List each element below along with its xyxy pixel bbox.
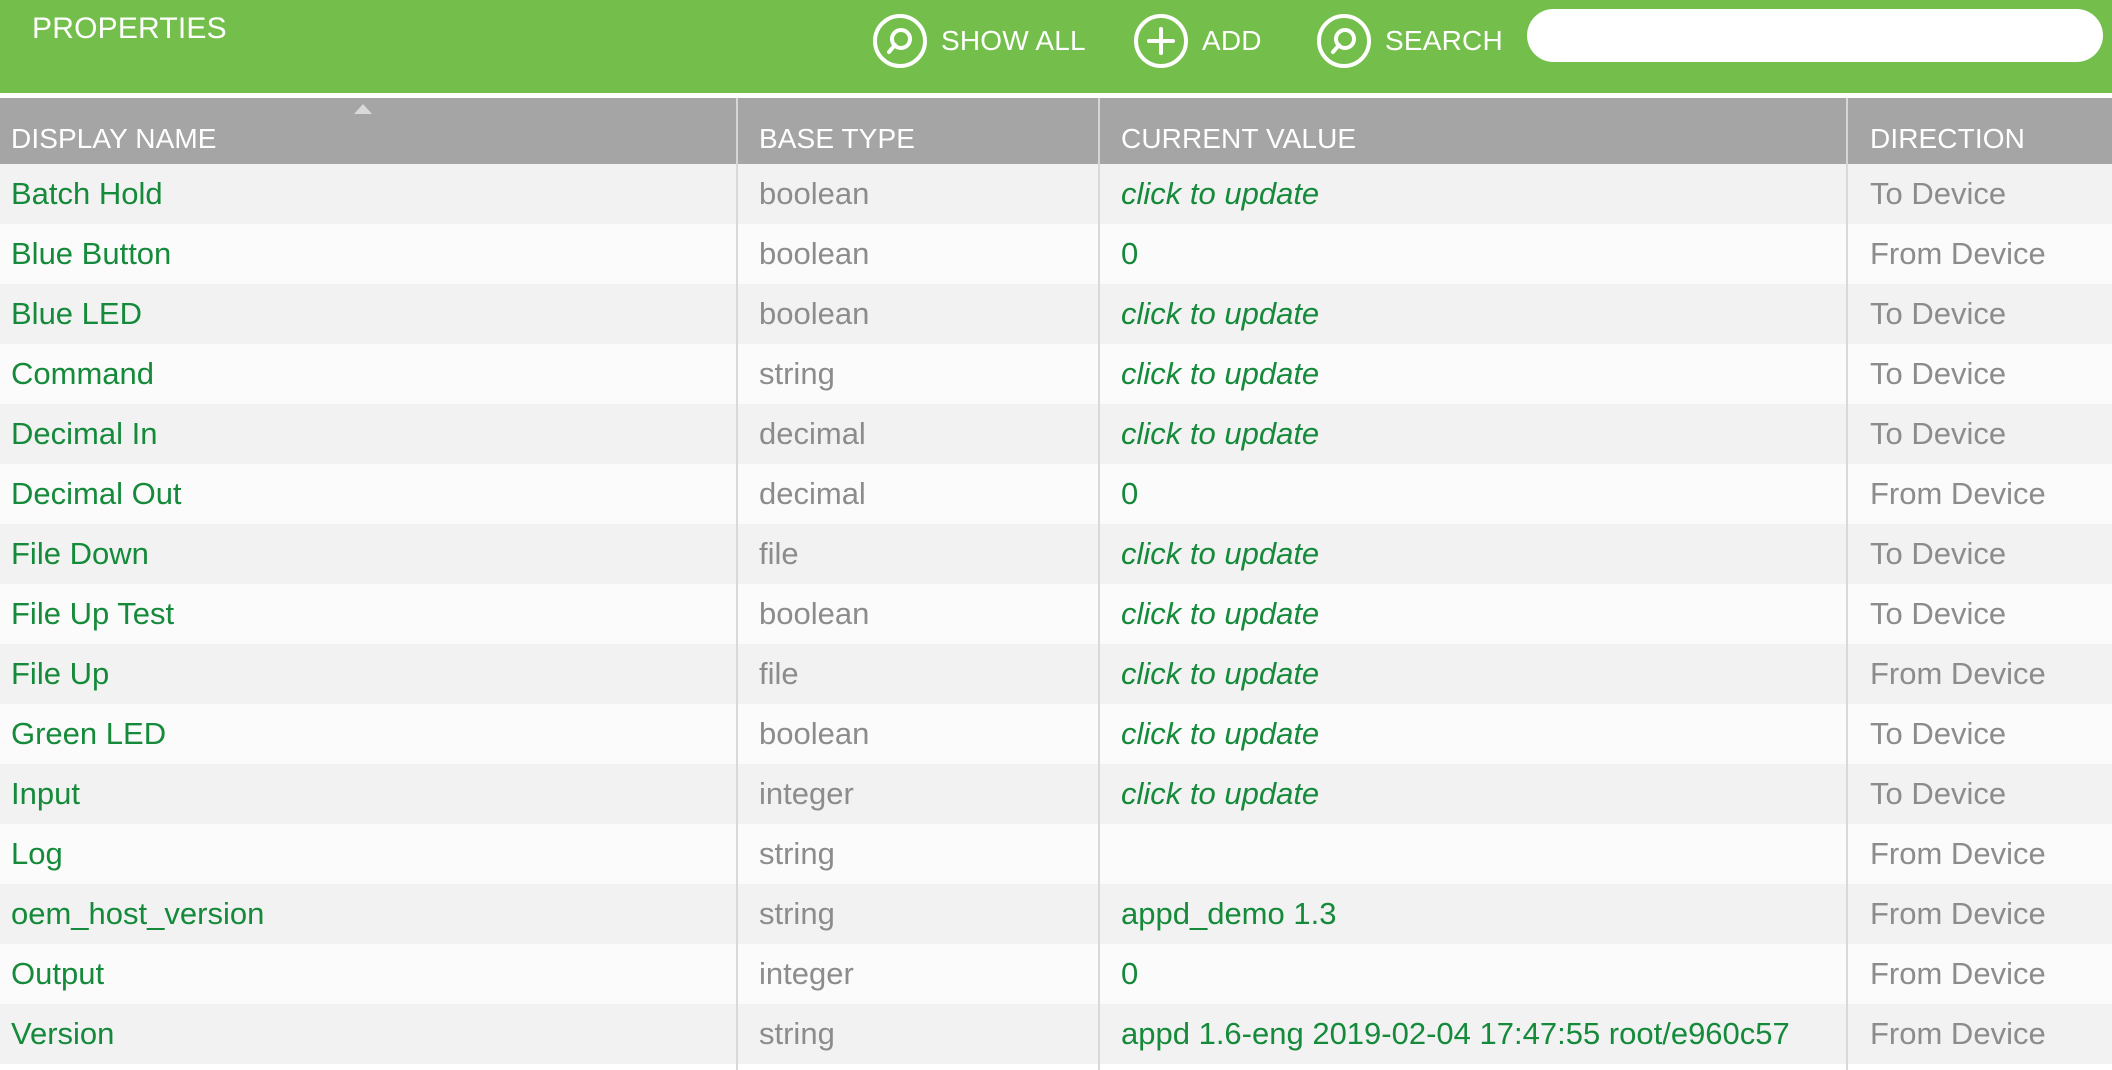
current-value-cell[interactable]: click to update [1121, 704, 1841, 764]
current-value-cell[interactable]: 0 [1121, 224, 1841, 284]
display-name-cell[interactable]: Blue Button [11, 224, 731, 284]
search-label: SEARCH [1385, 25, 1503, 56]
direction-cell: To Device [1870, 176, 2007, 211]
direction-cell: From Device [1870, 1016, 2046, 1051]
base-type-cell: string [759, 356, 835, 391]
search-icon [873, 14, 927, 68]
display-name-cell[interactable]: oem_host_version [11, 884, 731, 944]
table-row[interactable]: Log string From Device [0, 824, 2112, 884]
direction-cell: To Device [1870, 536, 2007, 571]
display-name-cell[interactable]: File Down [11, 524, 731, 584]
base-type-cell: decimal [759, 416, 866, 451]
current-value-cell[interactable]: click to update [1121, 164, 1841, 224]
table-row[interactable]: Decimal Out decimal 0 From Device [0, 464, 2112, 524]
direction-cell: From Device [1870, 896, 2046, 931]
display-name-cell[interactable]: Version [11, 1004, 731, 1064]
column-header-display-name[interactable]: DISPLAY NAME [11, 123, 217, 155]
display-name-cell[interactable]: Input [11, 764, 731, 824]
table-row[interactable]: Batch Hold boolean click to update To Devic… [0, 164, 2112, 224]
properties-toolbar: PROPERTIES SHOW ALL ADD SEARCH [0, 0, 2112, 93]
base-type-cell: decimal [759, 476, 866, 511]
display-name-cell[interactable]: Log [11, 824, 731, 884]
direction-cell: From Device [1870, 476, 2046, 511]
column-divider[interactable] [1846, 98, 1848, 164]
column-header-current-value[interactable]: CURRENT VALUE [1121, 123, 1356, 155]
display-name-cell[interactable]: Command [11, 344, 731, 404]
display-name-cell[interactable]: Blue LED [11, 284, 731, 344]
display-name-cell[interactable]: File Up Test [11, 584, 731, 644]
properties-table: DISPLAY NAME BASE TYPE CURRENT VALUE DIR… [0, 98, 2112, 1070]
table-row[interactable]: File Up file click to update From Device [0, 644, 2112, 704]
table-row[interactable]: Decimal In decimal click to update To Devic… [0, 404, 2112, 464]
table-row[interactable]: Version string appd 1.6-eng 2019-02-04 17:… [0, 1004, 2112, 1064]
current-value-cell[interactable] [1121, 824, 1841, 884]
add-button[interactable]: ADD [1134, 11, 1262, 71]
base-type-cell: boolean [759, 236, 870, 271]
current-value-cell[interactable]: 0 [1121, 464, 1841, 524]
direction-cell: To Device [1870, 296, 2007, 331]
direction-cell: To Device [1870, 716, 2007, 751]
display-name-cell[interactable]: Decimal In [11, 404, 731, 464]
base-type-cell: string [759, 1016, 835, 1051]
direction-cell: To Device [1870, 356, 2007, 391]
base-type-cell: string [759, 896, 835, 931]
current-value-cell[interactable]: appd 1.6-eng 2019-02-04 17:47:55 root/e9… [1121, 1004, 1841, 1064]
table-row[interactable]: Input integer click to update To Device [0, 764, 2112, 824]
search-icon [1317, 14, 1371, 68]
base-type-cell: boolean [759, 716, 870, 751]
plus-icon [1134, 14, 1188, 68]
direction-cell: To Device [1870, 596, 2007, 631]
display-name-cell[interactable]: Output [11, 944, 731, 1004]
display-name-cell[interactable]: Green LED [11, 704, 731, 764]
table-row[interactable]: Green LED boolean click to update To Device [0, 704, 2112, 764]
column-header-base-type[interactable]: BASE TYPE [759, 123, 915, 155]
base-type-cell: string [759, 836, 835, 871]
search-button[interactable]: SEARCH [1317, 11, 1503, 71]
display-name-cell[interactable]: Decimal Out [11, 464, 731, 524]
direction-cell: From Device [1870, 836, 2046, 871]
base-type-cell: boolean [759, 176, 870, 211]
base-type-cell: integer [759, 956, 854, 991]
base-type-cell: boolean [759, 296, 870, 331]
current-value-cell[interactable]: click to update [1121, 344, 1841, 404]
current-value-cell[interactable]: click to update [1121, 404, 1841, 464]
base-type-cell: integer [759, 776, 854, 811]
current-value-cell[interactable]: click to update [1121, 284, 1841, 344]
column-header-direction[interactable]: DIRECTION [1870, 123, 2025, 155]
display-name-cell[interactable]: Batch Hold [11, 164, 731, 224]
sort-ascending-icon [354, 104, 372, 114]
direction-cell: From Device [1870, 956, 2046, 991]
table-header: DISPLAY NAME BASE TYPE CURRENT VALUE DIR… [0, 98, 2112, 164]
page-title: PROPERTIES [32, 12, 227, 45]
table-row[interactable]: Output integer 0 From Device [0, 944, 2112, 1004]
show-all-label: SHOW ALL [941, 25, 1086, 56]
direction-cell: From Device [1870, 236, 2046, 271]
base-type-cell: file [759, 656, 799, 691]
direction-cell: To Device [1870, 416, 2007, 451]
table-row[interactable]: File Up Test boolean click to update To Dev… [0, 584, 2112, 644]
show-all-button[interactable]: SHOW ALL [873, 11, 1086, 71]
table-row[interactable]: File Down file click to update To Device [0, 524, 2112, 584]
column-divider[interactable] [736, 98, 738, 164]
table-row[interactable]: oem_host_version string appd_demo 1.3 From … [0, 884, 2112, 944]
display-name-cell[interactable]: File Up [11, 644, 731, 704]
table-row[interactable]: Blue Button boolean 0 From Device [0, 224, 2112, 284]
search-input[interactable] [1527, 9, 2103, 62]
base-type-cell: boolean [759, 596, 870, 631]
table-row[interactable]: Blue LED boolean click to update To Device [0, 284, 2112, 344]
current-value-cell[interactable]: click to update [1121, 584, 1841, 644]
column-divider[interactable] [1098, 98, 1100, 164]
current-value-cell[interactable]: click to update [1121, 644, 1841, 704]
direction-cell: From Device [1870, 656, 2046, 691]
add-label: ADD [1202, 25, 1262, 56]
table-row[interactable]: Command string click to update To Device [0, 344, 2112, 404]
table-body: Batch Hold boolean click to update To Devic… [0, 164, 2112, 1064]
direction-cell: To Device [1870, 776, 2007, 811]
current-value-cell[interactable]: click to update [1121, 764, 1841, 824]
current-value-cell[interactable]: click to update [1121, 524, 1841, 584]
current-value-cell[interactable]: appd_demo 1.3 [1121, 884, 1841, 944]
base-type-cell: file [759, 536, 799, 571]
current-value-cell[interactable]: 0 [1121, 944, 1841, 1004]
